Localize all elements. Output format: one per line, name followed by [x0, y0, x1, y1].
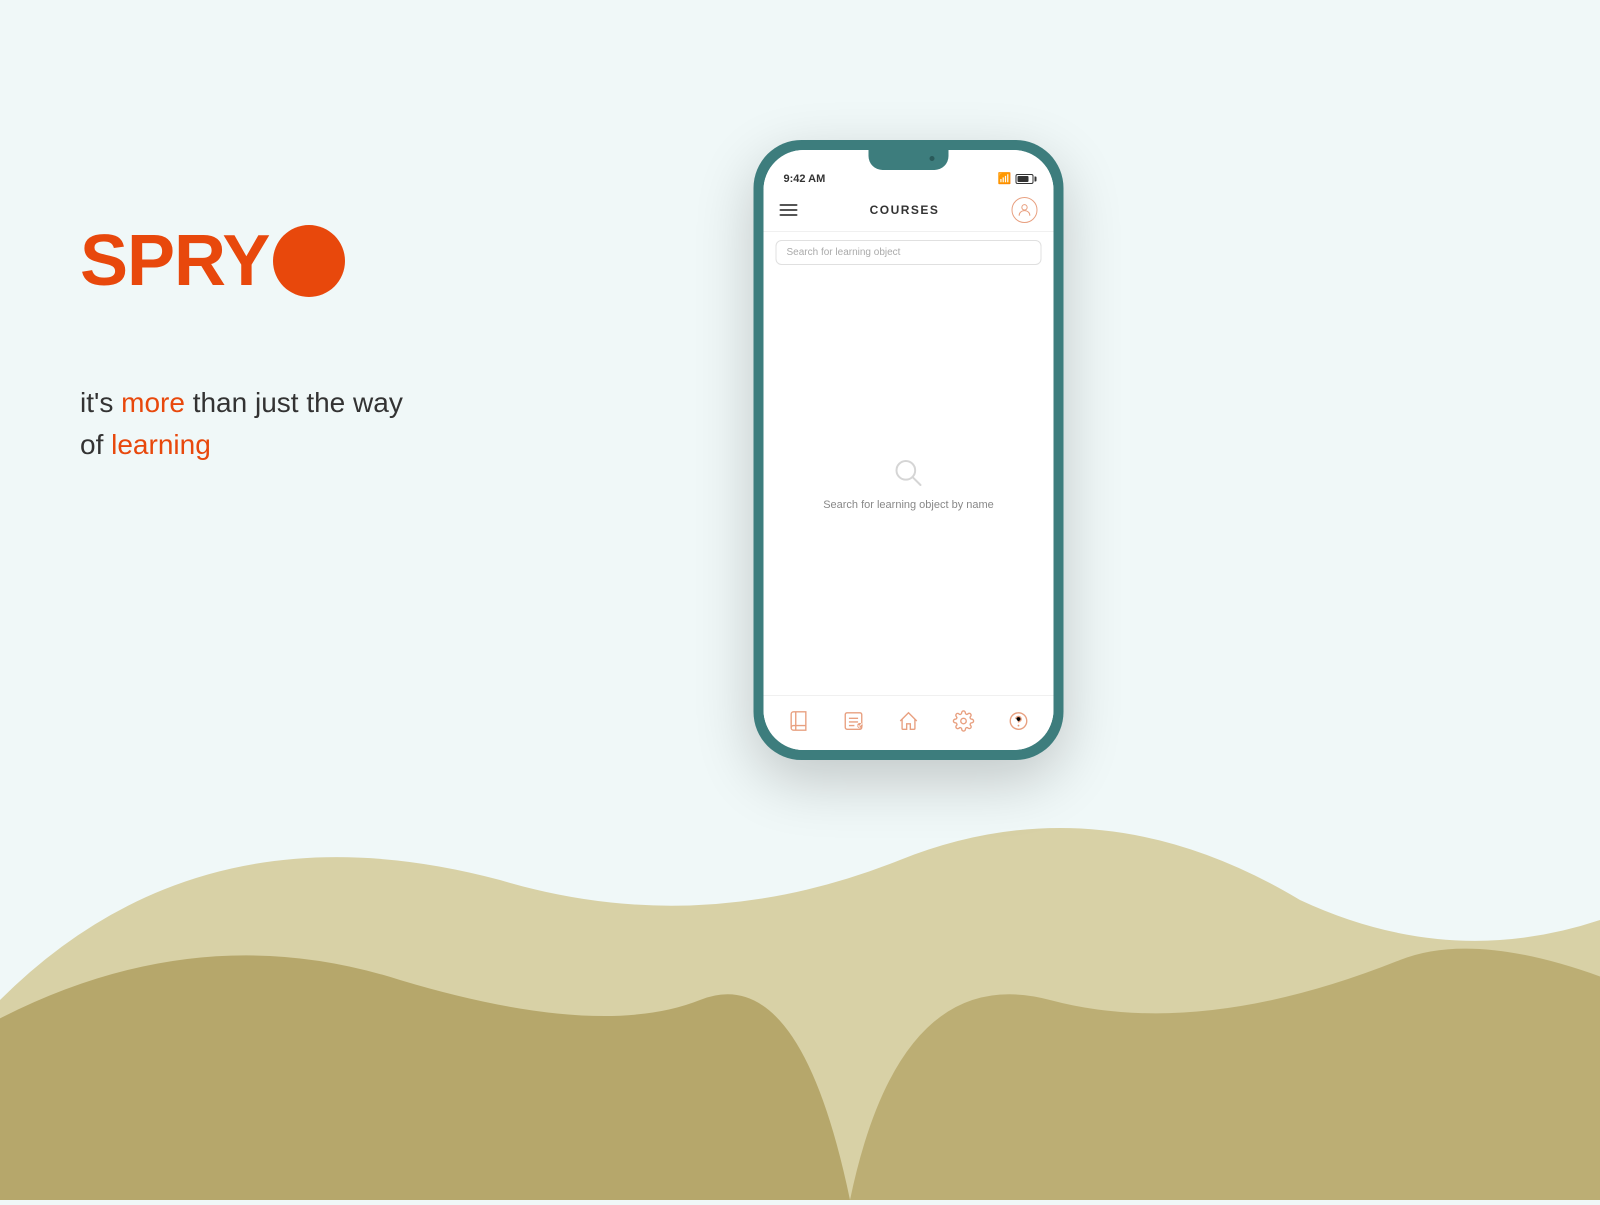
logo-text: SPRY	[80, 220, 269, 302]
notch-camera	[930, 156, 935, 161]
hamburger-line-2	[780, 209, 798, 211]
tagline-suffix: of	[80, 429, 111, 460]
app-header: COURSES	[764, 189, 1054, 232]
hamburger-line-3	[780, 214, 798, 216]
search-section: Search for learning object	[764, 232, 1054, 273]
tagline-learning: learning	[111, 429, 211, 460]
logo-circle	[273, 225, 345, 297]
bottom-nav	[764, 695, 1054, 750]
profile-button[interactable]	[1012, 197, 1038, 223]
hills-background	[0, 700, 1600, 1200]
phone-outer-frame: 9:42 AM 📶 COURSES	[754, 140, 1064, 760]
hamburger-menu-button[interactable]	[780, 204, 798, 216]
phone-notch	[869, 150, 949, 170]
page-title: COURSES	[870, 203, 940, 217]
logo: SPRY	[80, 220, 540, 302]
search-input-wrapper[interactable]: Search for learning object	[776, 240, 1042, 265]
search-input[interactable]: Search for learning object	[787, 247, 1031, 258]
wifi-icon: 📶	[998, 172, 1012, 185]
tagline-middle: than just the way	[185, 387, 403, 418]
left-content: SPRY it's more than just the way of lear…	[80, 220, 540, 466]
empty-state-text: Search for learning object by name	[823, 499, 994, 511]
app-content: Search for learning object by name	[764, 273, 1054, 695]
status-time: 9:42 AM	[784, 173, 826, 185]
nav-book-button[interactable]	[784, 706, 814, 736]
hamburger-line-1	[780, 204, 798, 206]
nav-help-button[interactable]	[1003, 706, 1033, 736]
phone-mockup: 9:42 AM 📶 COURSES	[754, 140, 1064, 760]
tagline: it's more than just the way of learning	[80, 382, 540, 466]
nav-settings-button[interactable]	[948, 706, 978, 736]
status-icons: 📶	[998, 172, 1034, 185]
tagline-more: more	[121, 387, 185, 418]
tagline-prefix: it's	[80, 387, 121, 418]
nav-list-button[interactable]	[839, 706, 869, 736]
search-empty-icon	[893, 457, 925, 489]
phone-screen: 9:42 AM 📶 COURSES	[764, 150, 1054, 750]
nav-home-button[interactable]	[893, 706, 923, 736]
battery-icon	[1016, 174, 1034, 184]
